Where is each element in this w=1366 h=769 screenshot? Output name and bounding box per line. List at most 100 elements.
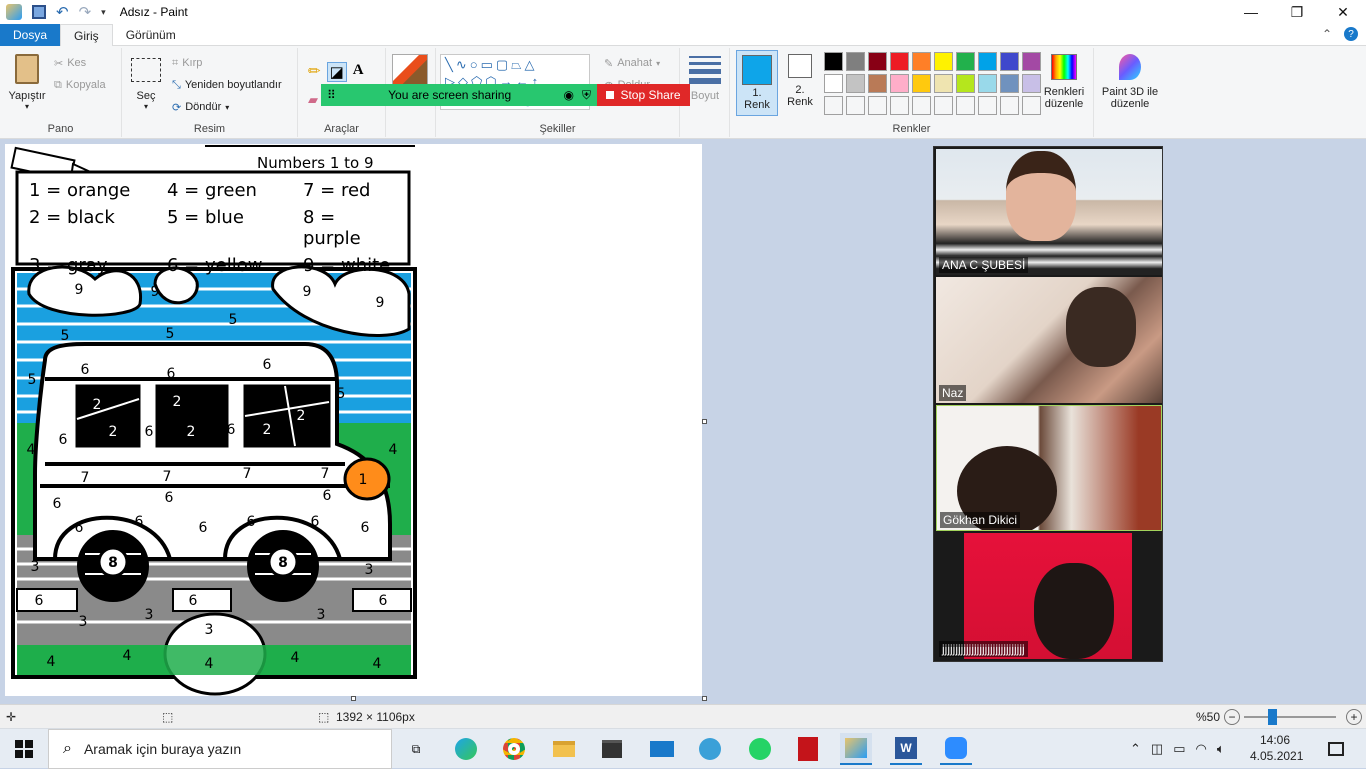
participant-tile[interactable]: jjjjjjjjjjjjjjjjjjjjjjjjjjjjjjj xyxy=(936,533,1162,659)
resize-button[interactable]: ⤡ Yeniden boyutlandır xyxy=(172,74,282,96)
chrome-icon[interactable] xyxy=(498,733,530,765)
svg-text:2: 2 xyxy=(297,408,306,424)
close-button[interactable]: ✕ xyxy=(1320,0,1366,24)
tab-file[interactable]: Dosya xyxy=(0,24,61,46)
color1-button[interactable]: 1. Renk xyxy=(736,50,778,116)
palette-color-swatch[interactable] xyxy=(890,52,909,71)
zoom-out-button[interactable]: − xyxy=(1224,708,1240,725)
palette-color-swatch[interactable] xyxy=(868,74,887,93)
paste-button[interactable]: Yapıştır ▾ xyxy=(6,54,48,111)
scissors-icon: ✂ xyxy=(54,57,64,70)
zoom-app-icon[interactable] xyxy=(940,733,972,765)
file-explorer-icon[interactable] xyxy=(548,733,580,765)
paint3d-button[interactable]: Paint 3D ile düzenle xyxy=(1098,54,1162,110)
participant-tile-active-speaker[interactable]: Gökhan Dikici xyxy=(936,405,1162,531)
palette-color-swatch[interactable] xyxy=(978,52,997,71)
copy-button[interactable]: ⧉ Kopyala xyxy=(54,74,106,96)
pdf-reader-icon[interactable] xyxy=(792,733,824,765)
palette-color-swatch[interactable] xyxy=(912,52,931,71)
canvas-resize-handle-corner[interactable] xyxy=(702,696,707,701)
palette-color-swatch[interactable] xyxy=(824,74,843,93)
paint-taskbar-icon[interactable] xyxy=(840,733,872,765)
text-tool-icon[interactable]: A xyxy=(353,62,364,82)
palette-color-swatch[interactable] xyxy=(868,52,887,71)
eba-icon[interactable] xyxy=(694,733,726,765)
brushes-icon[interactable] xyxy=(392,54,428,86)
selection-size-icon: ⬚ xyxy=(162,709,174,724)
palette-color-swatch[interactable] xyxy=(846,52,865,71)
redo-icon[interactable]: ↷ xyxy=(79,3,92,21)
notifications-icon[interactable] xyxy=(1320,733,1352,765)
participant-tile[interactable]: Naz xyxy=(936,277,1162,403)
mail-icon[interactable] xyxy=(646,733,678,765)
palette-color-swatch[interactable] xyxy=(956,74,975,93)
canvas-resize-handle-bottom[interactable] xyxy=(351,696,356,701)
line-shape-icon[interactable]: ╲∿○▭▢⏢△ xyxy=(445,57,538,72)
minimize-button[interactable]: — xyxy=(1228,0,1274,24)
pencil-icon[interactable]: ✏ xyxy=(308,62,321,82)
palette-color-swatch[interactable] xyxy=(934,74,953,93)
palette-color-swatch[interactable] xyxy=(978,74,997,93)
task-view-icon[interactable]: ⧉ xyxy=(400,733,432,765)
edge-icon[interactable] xyxy=(450,733,482,765)
undo-icon[interactable]: ↶ xyxy=(56,3,69,21)
custom-color-slot[interactable] xyxy=(846,96,865,115)
volume-icon[interactable]: 🔈︎ xyxy=(1217,741,1225,757)
customize-quick-access-icon[interactable]: ▾ xyxy=(101,7,106,18)
chevron-up-icon[interactable]: ⌃ xyxy=(1130,741,1141,757)
video-participants-panel[interactable]: ANA C ŞUBESİ Naz Gökhan Dikici jjjjjjjjj… xyxy=(933,146,1163,662)
palette-color-swatch[interactable] xyxy=(912,74,931,93)
canvas-resize-handle-right[interactable] xyxy=(702,419,707,424)
share-status-pill[interactable]: ⠿ You are screen sharing ◉ ⛨ xyxy=(321,84,597,106)
tab-home[interactable]: Giriş xyxy=(60,24,113,47)
taskbar-search[interactable]: ⌕ Aramak için buraya yazın xyxy=(48,729,392,769)
rotate-button[interactable]: ⟳ Döndür ▾ xyxy=(172,96,282,118)
zoom-in-button[interactable]: + xyxy=(1346,708,1362,725)
paint-app-icon[interactable] xyxy=(6,4,22,20)
palette-color-swatch[interactable] xyxy=(846,74,865,93)
palette-color-swatch[interactable] xyxy=(1000,52,1019,71)
help-icon[interactable]: ? xyxy=(1344,27,1358,41)
custom-color-slot[interactable] xyxy=(890,96,909,115)
palette-color-swatch[interactable] xyxy=(824,52,843,71)
crop-button[interactable]: ⌗ Kırp xyxy=(172,52,282,74)
drawing-canvas[interactable]: 9999 555 55 666 666 7777 1 666 666666 88… xyxy=(5,144,702,696)
whatsapp-icon[interactable] xyxy=(744,733,776,765)
custom-color-slot[interactable] xyxy=(1000,96,1019,115)
fill-bucket-icon[interactable]: ◪ xyxy=(326,62,347,82)
meet-now-icon[interactable]: ◫ xyxy=(1151,741,1163,757)
participant-tile[interactable]: ANA C ŞUBESİ xyxy=(936,149,1162,275)
windows-start-icon[interactable] xyxy=(8,733,40,765)
custom-color-slot[interactable] xyxy=(868,96,887,115)
zoom-slider-thumb[interactable] xyxy=(1267,709,1277,725)
battery-icon[interactable]: ▭ xyxy=(1173,741,1185,757)
drag-handle-icon[interactable]: ⠿ xyxy=(327,88,336,102)
restore-button[interactable]: ❐ xyxy=(1274,0,1320,24)
custom-color-slot[interactable] xyxy=(956,96,975,115)
custom-color-slot[interactable] xyxy=(978,96,997,115)
custom-color-slot[interactable] xyxy=(824,96,843,115)
custom-color-slot[interactable] xyxy=(934,96,953,115)
collapse-ribbon-icon[interactable]: ⌃ xyxy=(1322,27,1332,41)
clock[interactable]: 14:06 4.05.2021 xyxy=(1250,732,1303,764)
palette-color-swatch[interactable] xyxy=(1000,74,1019,93)
word-icon[interactable]: W xyxy=(890,733,922,765)
color2-button[interactable]: 2. Renk xyxy=(782,54,818,108)
cut-button[interactable]: ✂ Kes xyxy=(54,52,106,74)
wifi-icon[interactable]: ◠ xyxy=(1196,741,1207,757)
palette-color-swatch[interactable] xyxy=(890,74,909,93)
zoom-slider[interactable] xyxy=(1244,709,1336,725)
eraser-icon[interactable]: ▰ xyxy=(308,92,318,107)
stop-share-button[interactable]: Stop Share xyxy=(597,84,690,106)
palette-color-swatch[interactable] xyxy=(956,52,975,71)
outline-button[interactable]: ✎ Anahat ▾ xyxy=(604,52,660,74)
custom-color-slot[interactable] xyxy=(912,96,931,115)
edit-colors-button[interactable]: Renkleri düzenle xyxy=(1038,54,1090,110)
tab-view[interactable]: Görünüm xyxy=(113,24,189,46)
size-button[interactable]: Boyut xyxy=(686,56,724,102)
save-icon[interactable] xyxy=(32,5,46,19)
image-group: Seç ▾ ⌗ Kırp ⤡ Yeniden boyutlandır ⟳ Döndür… xyxy=(122,48,298,137)
store-icon[interactable] xyxy=(596,733,628,765)
select-button[interactable]: Seç ▾ xyxy=(128,58,164,111)
palette-color-swatch[interactable] xyxy=(934,52,953,71)
